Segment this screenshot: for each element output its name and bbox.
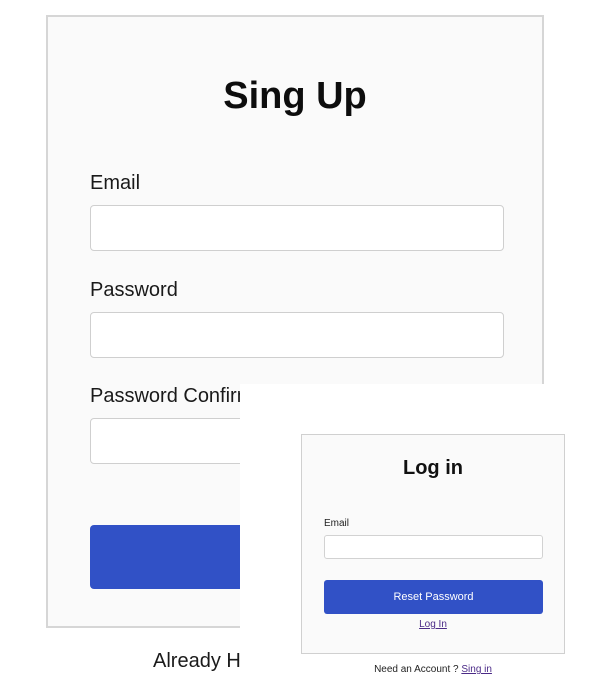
login-link-row: Log In [302, 619, 564, 630]
signup-password-input[interactable] [90, 312, 504, 358]
page: Sing Up Email Password Password Confirm … [0, 0, 593, 699]
signup-title: Sing Up [223, 75, 367, 117]
login-title: Log in [403, 457, 463, 479]
sign-in-link[interactable]: Sing in [461, 664, 492, 675]
need-account-row: Need an Account ? Sing in [301, 664, 565, 675]
signup-password-confirm-label: Password Confirm [90, 385, 254, 407]
login-card: Log in Email Reset Password Log In [301, 434, 565, 654]
login-email-label: Email [324, 518, 350, 529]
signup-email-input[interactable] [90, 205, 504, 251]
reset-password-button[interactable]: Reset Password [324, 580, 543, 614]
need-account-text: Need an Account ? [374, 664, 462, 675]
login-link[interactable]: Log In [419, 619, 447, 630]
login-email-input[interactable] [324, 535, 543, 559]
signup-email-label: Email [90, 172, 141, 194]
signup-footer-text: Already H [153, 650, 241, 672]
signup-password-label: Password [90, 279, 178, 301]
